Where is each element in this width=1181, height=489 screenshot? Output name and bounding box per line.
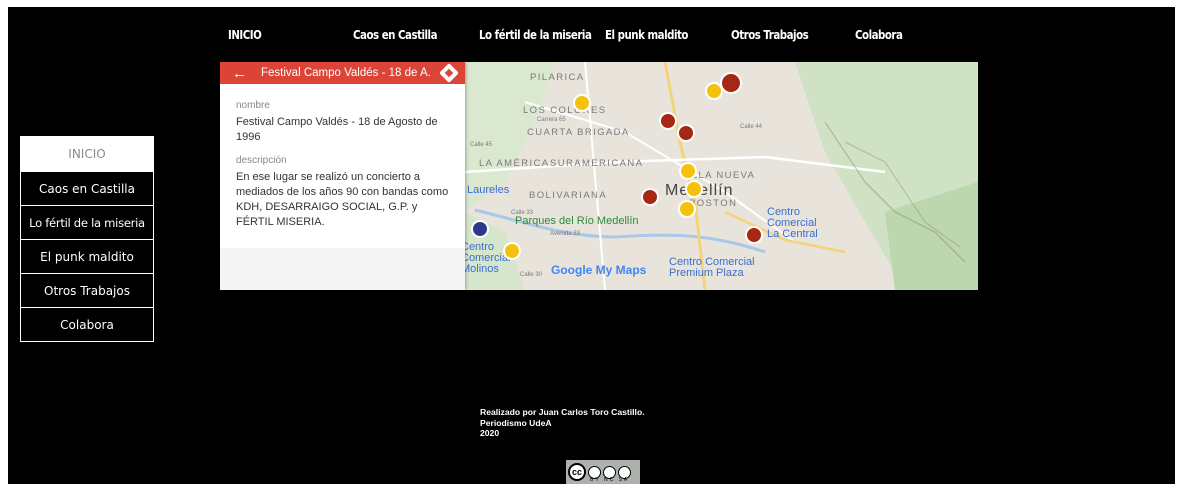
topnav-caos-en-castilla[interactable]: Caos en Castilla [353, 27, 437, 42]
field-value-nombre: Festival Campo Valdés - 18 de Agosto de … [236, 116, 438, 143]
sidenav-inicio[interactable]: INICIO [20, 136, 154, 172]
topnav-inicio[interactable]: INICIO [228, 27, 262, 42]
map-pin-red[interactable] [720, 72, 742, 94]
footer-year: 2020 [480, 428, 500, 438]
sidenav-lo-fertil-de-la-miseria[interactable]: Lo fértil de la miseria [20, 206, 154, 240]
map-pin-yellow[interactable] [679, 162, 697, 180]
map-panel-body: nombre Festival Campo Valdés - 18 de Ago… [220, 84, 465, 248]
map-label-bolivariana: BOLIVARIANA [529, 190, 608, 201]
topnav-otros-trabajos[interactable]: Otros Trabajos [731, 27, 809, 42]
map-pin-yellow[interactable] [573, 94, 591, 112]
map-label-pilarica: PILARICA [530, 72, 585, 83]
back-arrow-icon[interactable]: ← [232, 66, 247, 81]
street-label: Calle 45 [470, 142, 493, 148]
field-label-descripcion: descripción [236, 155, 287, 166]
map-pin-yellow[interactable] [685, 180, 703, 198]
page-frame: INICIO Caos en Castilla Lo fértil de la … [8, 7, 1175, 484]
map-pin-red[interactable] [745, 226, 763, 244]
topnav-colabora[interactable]: Colabora [855, 27, 903, 42]
map-poi-la-central: Centro Comercial La Central [767, 206, 818, 240]
street-label: Calle 30 [520, 272, 543, 278]
map-label-suramericana: SURAMERICANA [550, 158, 644, 169]
sidenav-caos-en-castilla[interactable]: Caos en Castilla [20, 172, 154, 206]
side-navigation: INICIO Caos en Castilla Lo fértil de la … [20, 136, 154, 342]
sidenav-colabora[interactable]: Colabora [20, 308, 154, 342]
map-panel-title: Festival Campo Valdés - 18 de A... [261, 67, 431, 79]
footer-credits: Realizado por Juan Carlos Toro Castillo.… [480, 407, 645, 439]
map-label-la-america: LA AMÉRICA [479, 158, 550, 169]
map-poi-parques-rio: Parques del Río Medellín [515, 215, 639, 227]
topnav-lo-fertil-de-la-miseria[interactable]: Lo fértil de la miseria [479, 27, 592, 42]
map-panel-header: ← Festival Campo Valdés - 18 de A... [220, 62, 465, 84]
cc-license-icon[interactable]: cc BY NC SA [565, 459, 641, 484]
map-pin-red[interactable] [659, 112, 677, 130]
map-poi-laureles: Laureles [467, 184, 510, 196]
sidenav-el-punk-maldito[interactable]: El punk maldito [20, 240, 154, 274]
map-pin-yellow[interactable] [503, 242, 521, 260]
topnav-el-punk-maldito[interactable]: El punk maldito [605, 27, 688, 42]
street-label: Calle 33 [511, 210, 534, 216]
footer-author: Realizado por Juan Carlos Toro Castillo. [480, 407, 645, 417]
embedded-map[interactable]: ← Festival Campo Valdés - 18 de A... nom… [220, 62, 978, 290]
street-label: Avenida 33 [550, 231, 580, 237]
map-poi-premium-plaza: Centro Comercial Premium Plaza [669, 256, 755, 279]
field-label-nombre: nombre [236, 100, 270, 111]
map-canvas[interactable]: PILARICA LOS COLORES CUARTA BRIGADA LA A… [461, 62, 978, 290]
map-pin-yellow[interactable] [678, 200, 696, 218]
map-label-cuarta-brigada: CUARTA BRIGADA [527, 127, 630, 138]
cc-license-text: BY NC SA [590, 477, 630, 483]
map-pin-red[interactable] [677, 124, 695, 142]
map-info-panel: ← Festival Campo Valdés - 18 de A... nom… [220, 62, 465, 290]
map-pin-yellow[interactable] [705, 82, 723, 100]
cc-logo-icon: cc [568, 463, 586, 481]
field-value-descripcion: En ese lugar se realizó un concierto a m… [236, 171, 449, 228]
top-navigation: INICIO Caos en Castilla Lo fértil de la … [8, 7, 1175, 53]
google-my-maps-logo: Google My Maps [551, 263, 647, 277]
street-label: Calle 44 [740, 124, 763, 130]
music-note-pin[interactable] [471, 220, 489, 238]
directions-icon[interactable] [439, 63, 459, 83]
sidenav-otros-trabajos[interactable]: Otros Trabajos [20, 274, 154, 308]
map-label-los-colores: LOS COLORES [523, 105, 607, 116]
footer-program: Periodismo UdeA [480, 417, 552, 428]
street-label: Carrera 65 [537, 117, 566, 123]
map-pin-red[interactable] [641, 188, 659, 206]
